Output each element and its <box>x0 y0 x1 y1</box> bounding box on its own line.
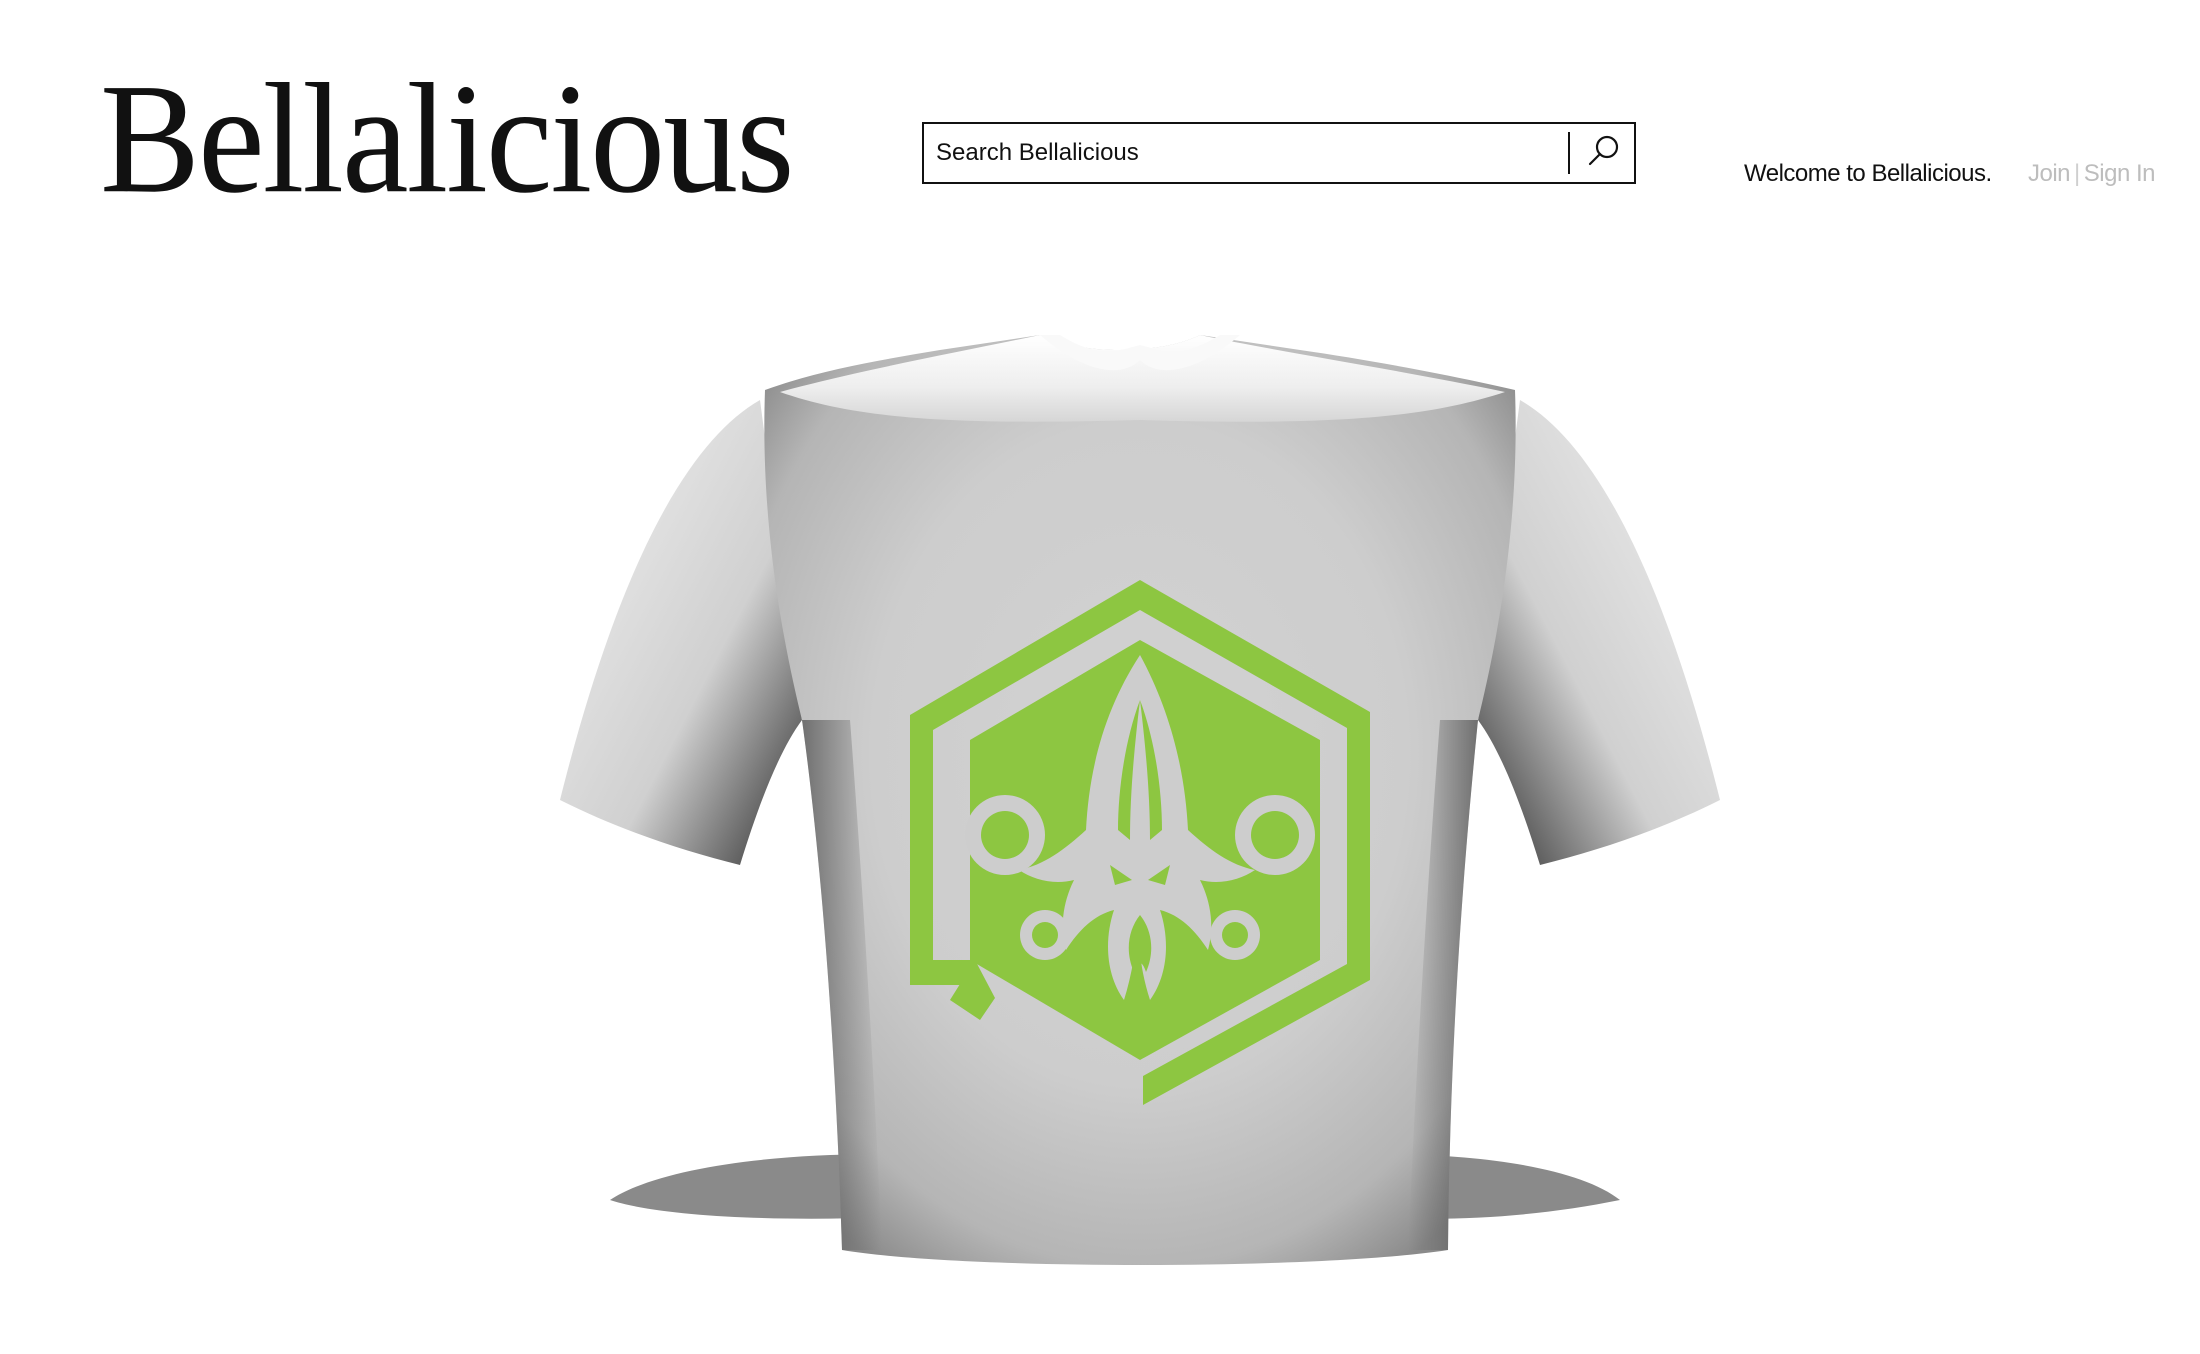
site-logo[interactable]: Bellalicious <box>100 60 795 218</box>
search-input[interactable] <box>924 124 1564 182</box>
search-divider <box>1568 132 1570 174</box>
auth-links: Join | Sign In <box>2028 160 2155 188</box>
product-3d-viewer[interactable] <box>520 330 1760 1330</box>
auth-separator: | <box>2074 160 2080 187</box>
sign-in-link[interactable]: Sign In <box>2084 160 2156 187</box>
search-icon <box>1584 131 1624 176</box>
join-link[interactable]: Join <box>2028 160 2071 187</box>
search-button[interactable] <box>1574 124 1634 182</box>
search-bar <box>922 122 1636 184</box>
welcome-message: Welcome to Bellalicious. <box>1744 160 1992 187</box>
t-shirt-model <box>560 335 1720 1265</box>
